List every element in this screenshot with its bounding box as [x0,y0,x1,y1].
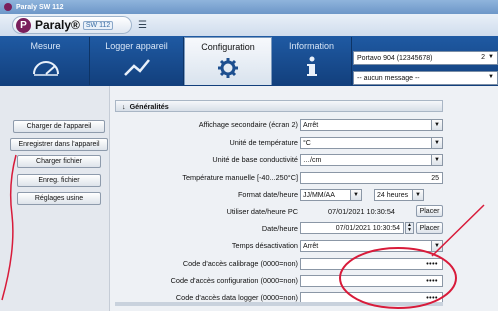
chevron-down-icon: ▼ [431,120,442,130]
tab-label: Information [288,41,335,51]
field-value: °C [303,139,311,147]
datetime-label: Date/heure [261,224,298,233]
tab-label: Configuration [201,42,255,52]
chevron-down-icon: ▼ [412,190,423,200]
hour-format-select[interactable]: 24 heures ▼ [374,189,424,201]
manual-temperature-label: Température manuelle [-40...250°C] [182,173,298,182]
collapse-arrow-icon: ↓ [122,101,126,111]
datetime-input[interactable]: 07/01/2021 10:30:54 [300,222,404,234]
date-format-select[interactable]: JJ/MM/AA ▼ [300,189,362,201]
field-value: 24 heures [377,191,409,199]
load-from-device-button[interactable]: Charger de l'appareil [13,120,105,133]
manual-temperature-input[interactable]: 25 [300,172,443,184]
conductivity-unit-label: Unité de base conductivité [212,155,298,164]
configuration-code-label: Code d'accès configuration (0000=non) [170,276,298,285]
trend-line-icon [123,59,150,76]
gear-icon [218,58,238,78]
menu-icon[interactable]: ☰ [138,20,147,31]
calibration-code-label: Code d'accès calibrage (0000=non) [182,259,298,268]
tab-logger[interactable]: Logger appareil [90,37,184,85]
message-select[interactable]: -- aucun message -- ▼ [353,71,498,85]
pc-datetime-value: 07/01/2021 10:30:54 [328,207,395,216]
device-select[interactable]: Portavo 904 (12345678) 2 ▼ [353,51,498,65]
tab-label: Logger appareil [105,41,168,51]
chevron-down-icon: ▼ [350,190,361,200]
chevron-down-icon: ▼ [488,54,494,60]
brand-name: Paraly® [35,18,80,32]
tab-information[interactable]: Information [272,37,352,85]
brand-logo: P [16,17,31,33]
tab-configuration[interactable]: Configuration [184,37,272,85]
date-format-label: Format date/heure [237,190,298,199]
timeout-select[interactable]: Arrêt ▼ [300,240,443,252]
toolbar: P Paraly® SW 112 ☰ [0,14,498,36]
window-titlebar: Paraly SW 112 [0,0,498,14]
field-value: …/cm [303,156,322,164]
chevron-down-icon: ▼ [431,138,442,148]
message-select-value: -- aucun message -- [357,74,420,82]
section-header-general[interactable]: ↓ Généralités [115,100,443,112]
tab-label: Mesure [30,41,61,51]
bottom-divider [115,302,443,306]
field-value: Arrêt [303,242,319,250]
tab-mesure[interactable]: Mesure [2,37,90,85]
temperature-unit-label: Unité de température [229,138,298,147]
app-icon [4,3,12,11]
load-file-button[interactable]: Charger fichier [17,155,101,168]
factory-settings-button[interactable]: Réglages usine [17,192,101,205]
chevron-down-icon: ▼ [488,74,494,80]
save-to-device-button[interactable]: Enregistrer dans l'appareil [10,138,108,151]
brand-badge: P Paraly® SW 112 [12,16,132,34]
set-datetime-button[interactable]: Placer [416,222,443,234]
gauge-icon [32,61,59,76]
conductivity-unit-select[interactable]: …/cm ▼ [300,154,443,166]
temperature-unit-select[interactable]: °C ▼ [300,137,443,149]
set-pc-time-button[interactable]: Placer [416,205,443,217]
device-select-value: Portavo 904 (12345678) [357,54,433,62]
use-pc-time-label: Utiliser date/heure PC [226,207,298,216]
brand-version: SW 112 [82,20,114,30]
chevron-down-icon: ▼ [431,241,442,251]
info-icon [306,56,317,76]
chevron-down-icon: ▼ [431,155,442,165]
timeout-label: Temps désactivation [231,241,298,250]
secondary-display-select[interactable]: Arrêt ▼ [300,119,443,131]
window-title: Paraly SW 112 [16,3,64,11]
section-title: Généralités [129,101,169,111]
configuration-code-input[interactable]: •••• [300,275,443,287]
calibration-code-input[interactable]: •••• [300,258,443,270]
datetime-spinner[interactable]: ▲ ▼ [405,222,414,234]
save-file-button[interactable]: Enreg. fichier [17,174,101,187]
field-value: Arrêt [303,121,319,129]
secondary-display-label: Affichage secondaire (écran 2) [198,120,298,129]
logger-code-label: Code d'accès data logger (0000=non) [175,293,298,302]
channel-number: 2 [481,54,485,61]
field-value: JJ/MM/AA [303,191,335,199]
